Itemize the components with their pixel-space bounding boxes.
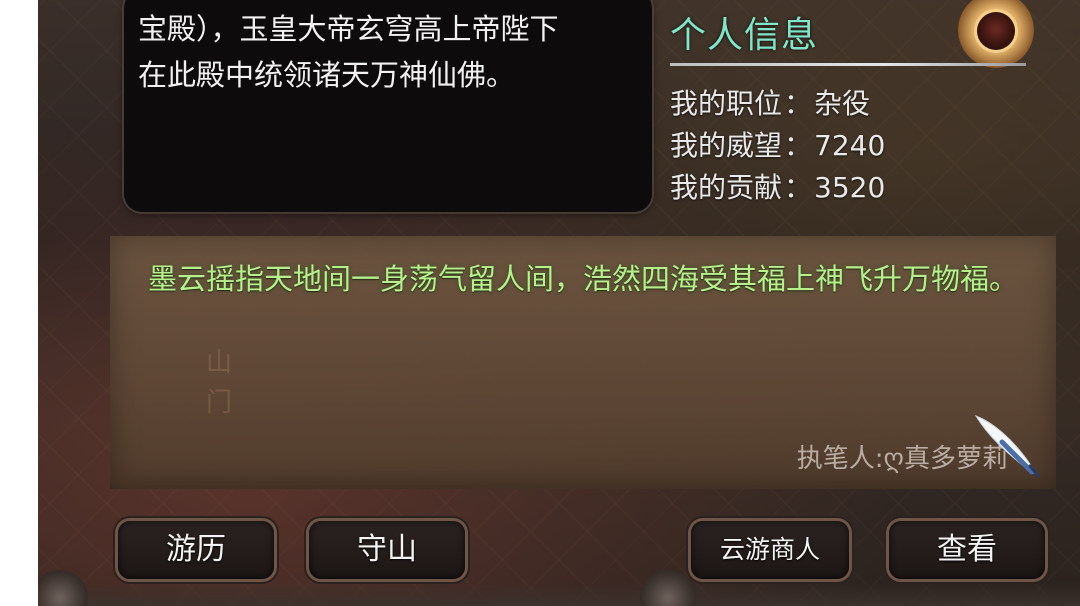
stat-position: 我的职位：杂役 [670, 82, 870, 122]
stat-prestige: 我的威望：7240 [670, 124, 885, 164]
view-button[interactable]: 查看 [889, 521, 1045, 579]
wandering-merchant-button[interactable]: 云游商人 [691, 521, 849, 579]
game-screen: 宝殿），玉皇大帝玄穹高上帝陛下 在此殿中统领诸天万神仙佛。 个人信息 我的职位：… [38, 0, 1080, 606]
stat-separator: ： [784, 129, 813, 162]
profile-divider [670, 63, 1026, 66]
stat-prestige-label: 我的威望 [670, 129, 783, 162]
stat-separator: ： [784, 87, 813, 120]
travel-button[interactable]: 游历 [118, 521, 274, 579]
inscription-board: 山 门 墨云摇指天地间一身荡气留人间，浩然四海受其福上神飞升万物福。 执笔人:ღ… [110, 236, 1056, 489]
stat-contribution-value: 3520 [814, 171, 886, 204]
stat-prestige-value: 7240 [814, 129, 886, 162]
stat-position-value: 杂役 [814, 87, 871, 120]
quill-icon [974, 415, 1040, 478]
stat-position-label: 我的职位 [670, 87, 783, 120]
story-line-2: 在此殿中统领诸天万神仙佛。 [138, 58, 516, 92]
profile-title: 个人信息 [670, 15, 819, 56]
inscription-text: 墨云摇指天地间一身荡气留人间，浩然四海受其福上神飞升万物福。 [148, 262, 1019, 296]
background-char-mountain: 山 [206, 348, 233, 378]
bottom-frame [38, 582, 1080, 606]
profile-panel: 个人信息 我的职位：杂役 我的威望：7240 我的贡献：3520 [666, 0, 1066, 220]
story-text: 宝殿），玉皇大帝玄穹高上帝陛下 在此殿中统领诸天万神仙佛。 [138, 6, 638, 98]
avatar-portrait[interactable] [977, 12, 1015, 50]
guard-mountain-button[interactable]: 守山 [309, 521, 465, 579]
stat-contribution-label: 我的贡献 [670, 171, 783, 204]
story-line-1: 宝殿），玉皇大帝玄穹高上帝陛下 [138, 12, 559, 46]
stat-separator: ： [784, 171, 813, 204]
stat-contribution: 我的贡献：3520 [670, 166, 885, 206]
background-char-gate: 门 [206, 388, 233, 418]
